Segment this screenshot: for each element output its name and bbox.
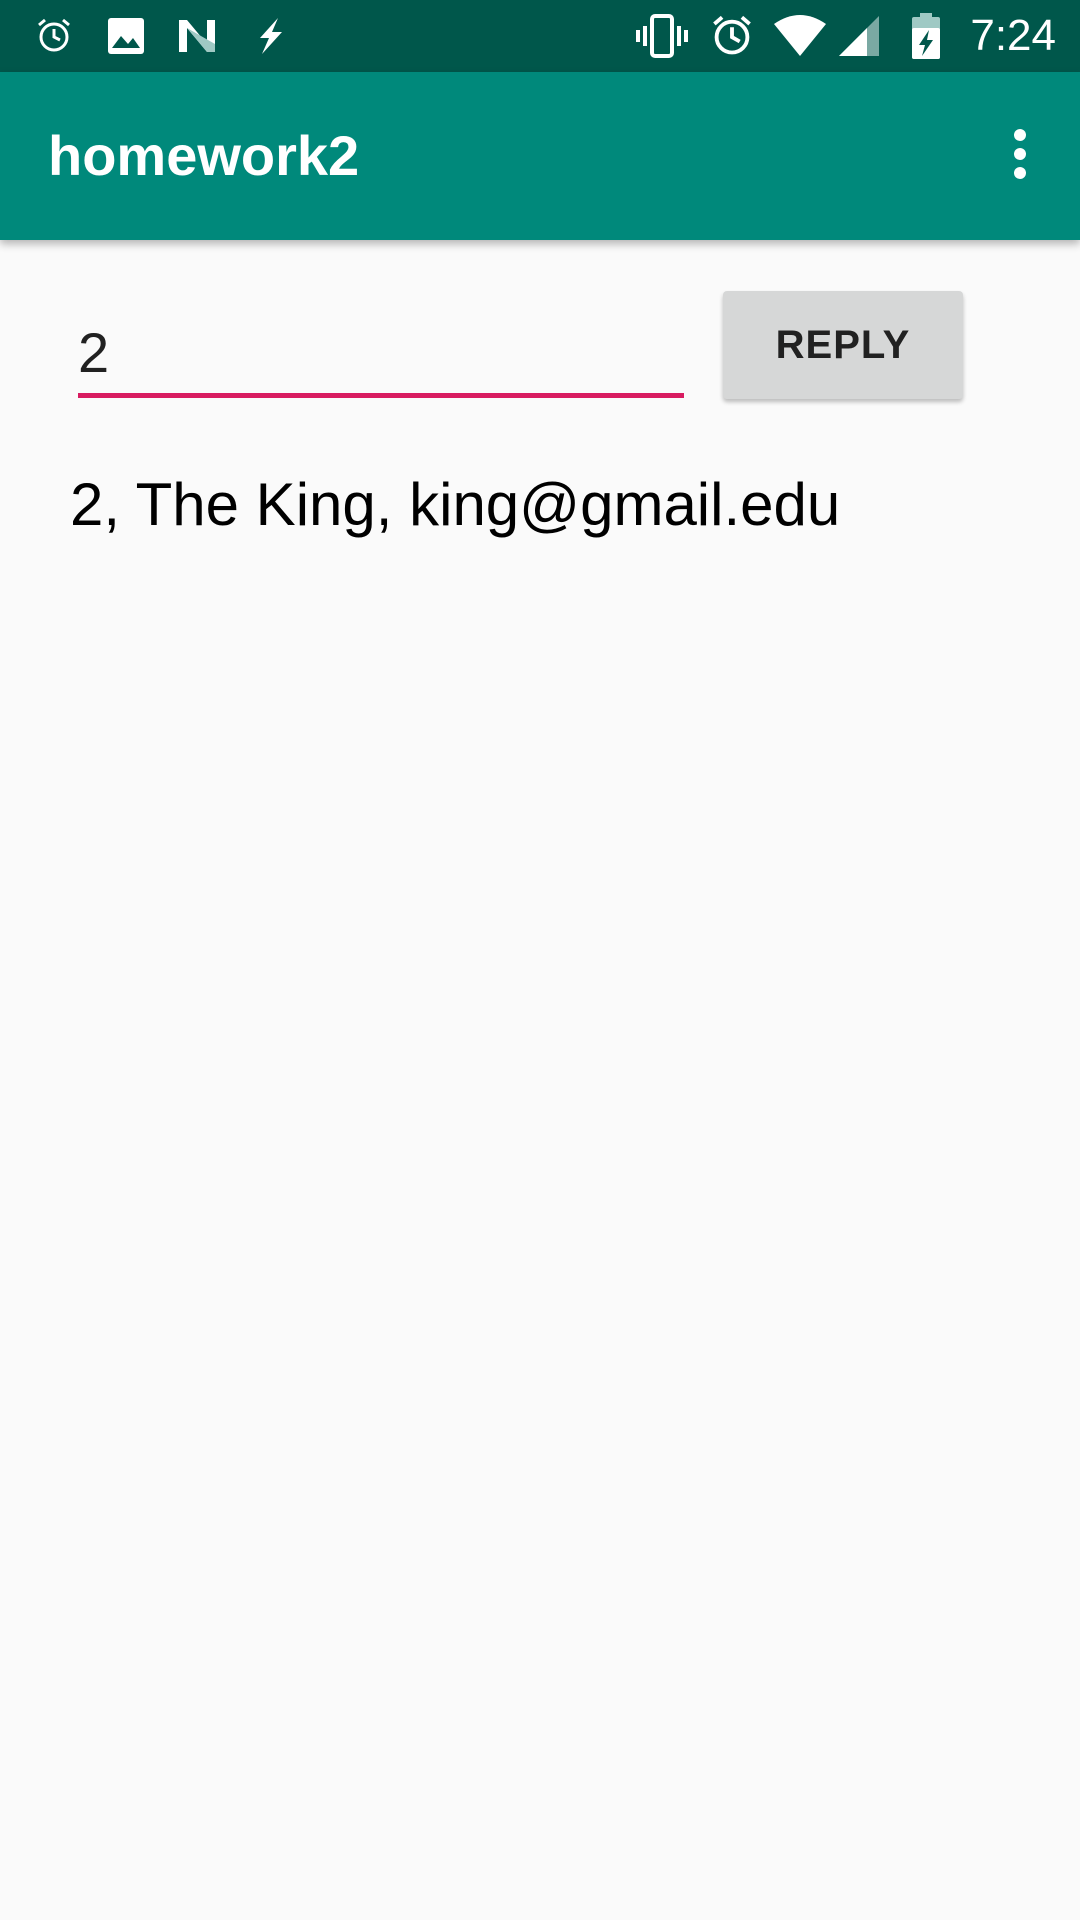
more-vert-icon — [1010, 128, 1030, 185]
wifi-icon — [772, 0, 828, 72]
vibrate-icon — [634, 0, 690, 72]
n-logo-icon — [174, 0, 220, 72]
input-underline — [78, 393, 684, 398]
id-input[interactable] — [78, 312, 684, 392]
result-text: 2, The King, king@gmail.edu — [70, 471, 841, 538]
alarm-icon — [708, 0, 756, 72]
flash-icon — [248, 0, 292, 72]
reply-button[interactable]: REPLY — [723, 291, 963, 399]
cell-signal-icon — [836, 0, 882, 72]
screen: 7:24 homework2 REPLY 2, The King, king@g… — [0, 0, 1080, 1920]
alarm-icon — [32, 0, 76, 72]
overflow-menu-button[interactable] — [972, 108, 1068, 204]
app-title: homework2 — [48, 124, 360, 187]
status-time: 7:24 — [970, 11, 1056, 60]
image-icon — [104, 0, 148, 72]
app-bar: homework2 — [0, 72, 1080, 240]
id-input-container — [78, 312, 684, 398]
status-bar: 7:24 — [0, 0, 1080, 72]
battery-charging-icon — [908, 0, 944, 72]
